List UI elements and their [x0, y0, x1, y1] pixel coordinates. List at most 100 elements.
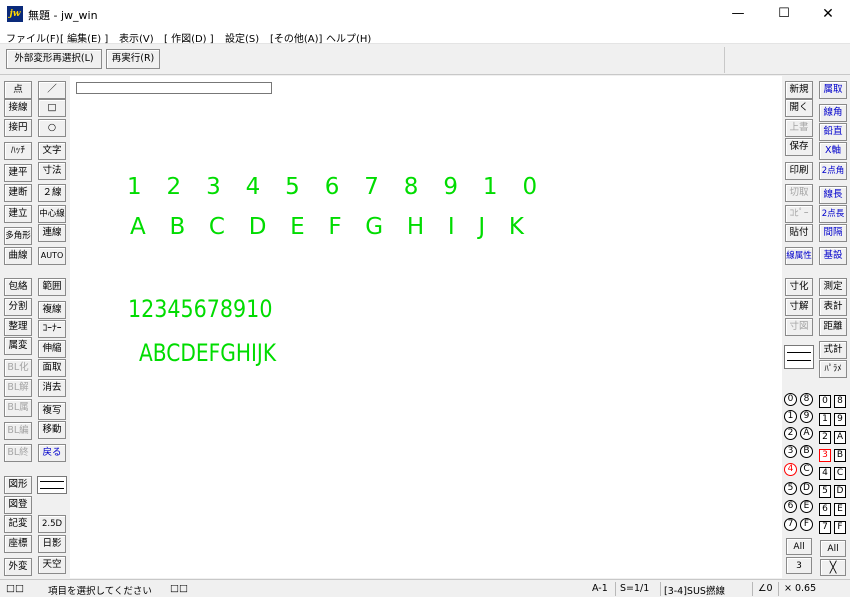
tool-divide[interactable]: 分割: [4, 298, 32, 316]
file-save-button[interactable]: 保存: [785, 138, 813, 156]
status-zoom[interactable]: × 0.65: [784, 583, 816, 594]
layer-group-7[interactable]: 7: [784, 518, 797, 531]
tool-range[interactable]: 範囲: [38, 278, 66, 296]
paste-button[interactable]: 貼付: [785, 224, 813, 242]
line-length-button[interactable]: 線長: [819, 186, 847, 204]
tool-attr-change[interactable]: 属変: [4, 337, 32, 355]
layer-group-0[interactable]: 0: [784, 393, 797, 406]
layer-group-a[interactable]: A: [800, 427, 813, 440]
layer-4[interactable]: 4: [819, 467, 831, 480]
layer-8[interactable]: 8: [834, 395, 846, 408]
layer-group-5[interactable]: 5: [784, 482, 797, 495]
tool-envelope[interactable]: 包絡: [4, 278, 32, 296]
base-settings-button[interactable]: 基設: [819, 247, 847, 265]
layer-group-f[interactable]: F: [800, 518, 813, 531]
layer-0[interactable]: 0: [819, 395, 831, 408]
layer-group-b[interactable]: B: [800, 445, 813, 458]
file-open-button[interactable]: 開く: [785, 99, 813, 117]
tool-corner[interactable]: ｺｰﾅｰ: [38, 320, 66, 338]
layer-group-4-active[interactable]: 4: [784, 463, 797, 476]
tool-chamfer[interactable]: 面取: [38, 359, 66, 377]
layer-9[interactable]: 9: [834, 413, 846, 426]
tool-auto[interactable]: AUTO: [38, 247, 66, 265]
layer-6[interactable]: 6: [819, 503, 831, 516]
status-scale[interactable]: S=1/1: [620, 583, 649, 594]
tool-2-5d[interactable]: 2.5D: [38, 515, 66, 533]
maximize-button[interactable]: ☐: [762, 0, 806, 28]
tool-double-line[interactable]: ２線: [38, 184, 66, 202]
tool-block-create[interactable]: BL化: [4, 359, 32, 377]
tool-block-edit[interactable]: BL編: [4, 422, 32, 440]
layer-5[interactable]: 5: [819, 485, 831, 498]
tool-rectangle[interactable]: □: [38, 99, 66, 117]
tool-copy[interactable]: 複写: [38, 402, 66, 420]
tool-tangent-circle[interactable]: 接円: [4, 119, 32, 137]
coordinate-input-box[interactable]: [76, 82, 272, 94]
x-axis-button[interactable]: X軸: [819, 142, 847, 160]
tool-text-change[interactable]: 記変: [4, 515, 32, 533]
menu-view[interactable]: 表示(V): [119, 30, 154, 45]
menu-draw[interactable]: [ 作図(D) ]: [164, 30, 214, 45]
tool-arch-section[interactable]: 建断: [4, 184, 32, 202]
layer-2[interactable]: 2: [819, 431, 831, 444]
close-button[interactable]: ✕: [806, 0, 850, 28]
tool-circle[interactable]: ○: [38, 119, 66, 137]
tool-connect-line[interactable]: 連線: [38, 224, 66, 242]
tool-line[interactable]: ／: [38, 81, 66, 99]
layer-clear-button[interactable]: ╳: [820, 559, 846, 576]
menu-help[interactable]: ヘルプ(H): [326, 30, 371, 45]
layer-group-6[interactable]: 6: [784, 500, 797, 513]
tool-block-end[interactable]: BL終: [4, 444, 32, 462]
tool-arrange[interactable]: 整理: [4, 318, 32, 336]
layer-group-e[interactable]: E: [800, 500, 813, 513]
menu-settings[interactable]: 設定(S): [225, 30, 259, 45]
cut-button[interactable]: 切取: [785, 184, 813, 202]
measure-button[interactable]: 測定: [819, 278, 847, 296]
layer-c[interactable]: C: [834, 467, 846, 480]
tool-move[interactable]: 移動: [38, 421, 66, 439]
dim-to-figure-button[interactable]: 寸化: [785, 278, 813, 296]
menu-edit[interactable]: [ 編集(E) ]: [60, 30, 108, 45]
rerun-button[interactable]: 再実行(R): [106, 49, 160, 69]
tool-text[interactable]: 文字: [38, 142, 66, 160]
interval-button[interactable]: 間隔: [819, 224, 847, 242]
status-angle[interactable]: ∠0: [758, 583, 773, 594]
vertical-button[interactable]: 鉛直: [819, 123, 847, 141]
file-overwrite-button[interactable]: 上書: [785, 119, 813, 137]
tool-hatch[interactable]: ﾊｯﾁ: [4, 142, 32, 160]
menu-other[interactable]: [その他(A)]: [270, 30, 322, 45]
tool-block-explode[interactable]: BL解: [4, 379, 32, 397]
print-button[interactable]: 印刷: [785, 162, 813, 180]
tool-shadow[interactable]: 日影: [38, 535, 66, 553]
tool-arch-plan[interactable]: 建平: [4, 164, 32, 182]
layer-group-9[interactable]: 9: [800, 410, 813, 423]
layer-1[interactable]: 1: [819, 413, 831, 426]
tool-sky-view[interactable]: 天空: [38, 556, 66, 574]
parametric-button[interactable]: ﾊﾟﾗﾒ: [819, 360, 847, 378]
formula-calc-button[interactable]: 式計: [819, 341, 847, 359]
minimize-button[interactable]: —: [716, 0, 760, 28]
dim-figure-button[interactable]: 寸図: [785, 318, 813, 336]
layer-group-1[interactable]: 1: [784, 410, 797, 423]
tool-erase[interactable]: 消去: [38, 379, 66, 397]
tool-undo[interactable]: 戻る: [38, 444, 66, 462]
copy-button[interactable]: ｺﾋﾟｰ: [785, 205, 813, 223]
layer-group-d[interactable]: D: [800, 482, 813, 495]
tool-external-transform[interactable]: 外変: [4, 558, 32, 576]
tool-offset-line[interactable]: 複線: [38, 301, 66, 319]
line-type-indicator-left[interactable]: [37, 476, 67, 494]
tool-arch-elevation[interactable]: 建立: [4, 205, 32, 223]
tool-center-line[interactable]: 中心線: [38, 205, 66, 223]
line-angle-button[interactable]: 線角: [819, 104, 847, 122]
distance-button[interactable]: 距離: [819, 318, 847, 336]
layer-group-number-button[interactable]: 3: [786, 557, 812, 574]
layer-7[interactable]: 7: [819, 521, 831, 534]
tool-curve[interactable]: 曲線: [4, 247, 32, 265]
layer-group-8[interactable]: 8: [800, 393, 813, 406]
table-calc-button[interactable]: 表計: [819, 298, 847, 316]
tool-tangent-line[interactable]: 接線: [4, 99, 32, 117]
tool-coordinates[interactable]: 座標: [4, 535, 32, 553]
dim-explode-button[interactable]: 寸解: [785, 298, 813, 316]
status-layer[interactable]: [3-4]SUS撚線: [664, 583, 725, 597]
layer-group-c[interactable]: C: [800, 463, 813, 476]
